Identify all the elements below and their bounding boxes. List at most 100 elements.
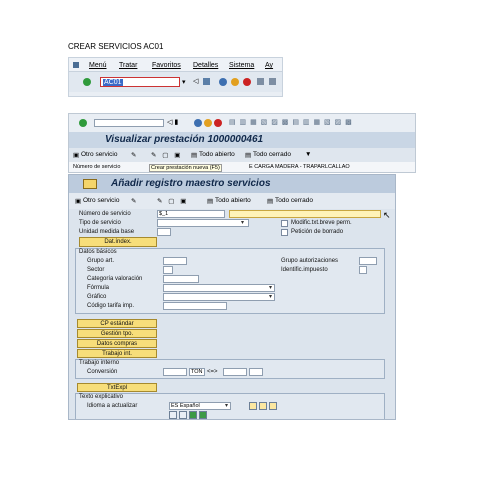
- trabajo-int-button[interactable]: Trabajo int.: [77, 349, 157, 358]
- cp-estandar-button[interactable]: CP estándar: [77, 319, 157, 328]
- command-field[interactable]: [94, 119, 164, 127]
- find-icon[interactable]: [269, 78, 276, 85]
- todo-abierto-button[interactable]: Todo abierto: [215, 197, 251, 204]
- numero-servicio-label: Número de servicio: [73, 164, 121, 170]
- back-icon[interactable]: ◁: [193, 77, 198, 85]
- nav-back-icon[interactable]: [219, 78, 227, 86]
- conversion-qty-field[interactable]: [163, 368, 187, 376]
- nav-prev-icon[interactable]: [179, 411, 187, 419]
- toolbar-icons[interactable]: ▤ ▥ ▦ ▧ ▨ ▩ ▤ ▥ ▦ ▧ ▨ ▩: [229, 118, 353, 126]
- edit-icons[interactable]: ✎ ▢ ▣: [157, 197, 188, 205]
- categoria-field[interactable]: [163, 275, 199, 283]
- conversion-label: Conversión: [87, 369, 118, 375]
- formula-select[interactable]: [163, 284, 275, 292]
- numero-servicio-field[interactable]: $_1: [157, 210, 225, 218]
- todo-abierto-button[interactable]: Todo abierto: [199, 151, 235, 158]
- chevron-down-icon[interactable]: ▾: [241, 219, 244, 226]
- menu-bar: Menú Tratar Favoritos Detalles Sistema A…: [69, 58, 282, 72]
- peticion-label: Petición de borrado: [291, 229, 344, 235]
- add-service-master-dialog: Añadir registro maestro servicios ▣ Otro…: [68, 174, 396, 420]
- nav-next-icon[interactable]: [189, 411, 197, 419]
- unidad-medida-field[interactable]: [157, 228, 171, 236]
- descripcion-value: E CARGA MADERA - TRAPARLCALLAO: [249, 164, 350, 170]
- nav-last-icon[interactable]: [199, 411, 207, 419]
- otro-servicio-button[interactable]: Otro servicio: [83, 197, 119, 204]
- menu-item-menu[interactable]: Menú: [89, 62, 107, 69]
- conversion-qty2-field[interactable]: [223, 368, 247, 376]
- back-icon[interactable]: ◁ ▮: [167, 118, 178, 126]
- menu-icon[interactable]: [73, 62, 79, 68]
- edit-text-icon[interactable]: [249, 402, 257, 410]
- ton-field[interactable]: TON: [189, 368, 205, 376]
- print-icon[interactable]: [257, 78, 264, 85]
- grupo-autorizaciones-field[interactable]: [359, 257, 377, 265]
- mouse-cursor-icon: ↖: [383, 210, 391, 220]
- codigo-tarifa-field[interactable]: [163, 302, 227, 310]
- identific-field[interactable]: [359, 266, 367, 274]
- enter-icon[interactable]: [79, 119, 87, 127]
- grafico-select[interactable]: [163, 293, 275, 301]
- todo-cerrado-button[interactable]: Todo cerrado: [275, 197, 313, 204]
- chevron-down-icon[interactable]: ▾: [269, 293, 272, 300]
- menu-item-favoritos[interactable]: Favoritos: [152, 62, 181, 69]
- todo-abierto-icon[interactable]: ▤: [191, 151, 197, 159]
- codigo-tarifa-label: Código tarifa imp.: [87, 303, 135, 309]
- save-icon[interactable]: [203, 78, 210, 85]
- tool-icon[interactable]: ✎: [131, 151, 136, 159]
- filter-icon[interactable]: ▼: [305, 151, 311, 158]
- todo-cerrado-icon[interactable]: ▤: [267, 197, 273, 205]
- tipo-servicio-label: Tipo de servicio: [79, 220, 121, 226]
- todo-abierto-icon[interactable]: ▤: [207, 197, 213, 205]
- otro-servicio-icon[interactable]: ▣: [73, 151, 79, 159]
- grupo-art-field[interactable]: [163, 257, 187, 265]
- texto-explicativo-header: Texto explicativo: [79, 394, 124, 400]
- enter-icon[interactable]: [83, 78, 91, 86]
- nav-first-icon[interactable]: [169, 411, 177, 419]
- chevron-down-icon[interactable]: ▾: [225, 402, 228, 409]
- menu-item-sistema[interactable]: Sistema: [229, 62, 254, 69]
- otro-servicio-icon[interactable]: ▣: [75, 197, 81, 205]
- tool-icon[interactable]: ✎: [131, 197, 136, 205]
- sector-field[interactable]: [163, 266, 173, 274]
- exit-icon[interactable]: [231, 78, 239, 86]
- menu-item-detalles[interactable]: Detalles: [193, 62, 218, 69]
- numero-servicio-label: Número de servicio: [79, 211, 131, 217]
- idioma-select[interactable]: ES Español: [169, 402, 231, 410]
- delete-text-icon[interactable]: [269, 402, 277, 410]
- dialog-toolbar: ▣ Otro servicio ✎ ✎ ▢ ▣ ▤ Todo abierto ▤…: [69, 193, 395, 209]
- peticion-checkbox[interactable]: [281, 229, 288, 236]
- command-field[interactable]: AC01: [100, 77, 180, 87]
- system-toolbar: ◁ ▮ ▤ ▥ ▦ ▧ ▨ ▩ ▤ ▥ ▦ ▧ ▨ ▩: [69, 114, 415, 132]
- application-toolbar: ▣ Otro servicio ✎ ✎ ▢ ▣ ▤ Todo abierto ▤…: [69, 148, 415, 162]
- modific-checkbox[interactable]: [281, 220, 288, 227]
- explanatory-text-area[interactable]: [87, 419, 377, 420]
- copy-text-icon[interactable]: [259, 402, 267, 410]
- conversion-unit-field[interactable]: [249, 368, 263, 376]
- screen-title: Visualizar prestación 1000000461: [69, 132, 415, 148]
- edit-icons[interactable]: ✎ ▢ ▣: [151, 151, 182, 159]
- tipo-servicio-select[interactable]: [157, 219, 249, 227]
- cancel-icon[interactable]: [243, 78, 251, 86]
- document-title: CREAR SERVICIOS AC01: [68, 42, 164, 51]
- txtexpl-button[interactable]: TxtExpl: [77, 383, 157, 392]
- identific-label: Identific.impuesto: [281, 267, 328, 273]
- system-toolbar: AC01 ▾ ◁: [69, 72, 282, 92]
- todo-cerrado-icon[interactable]: ▤: [245, 151, 251, 159]
- menu-item-ayuda[interactable]: Ay: [265, 62, 273, 69]
- sap-initial-screen: Menú Tratar Favoritos Detalles Sistema A…: [68, 57, 283, 97]
- conversion-arrow: <=>: [207, 369, 218, 375]
- gestion-tpo-button[interactable]: Gestión tpo.: [77, 329, 157, 338]
- cancel-icon[interactable]: [214, 119, 222, 127]
- todo-cerrado-button[interactable]: Todo cerrado: [253, 151, 291, 158]
- chevron-down-icon[interactable]: ▾: [269, 284, 272, 291]
- dropdown-arrow-icon[interactable]: ▾: [182, 78, 186, 86]
- service-icon: [83, 179, 97, 189]
- dat-index-button[interactable]: Dat.índex.: [79, 237, 157, 247]
- otro-servicio-button[interactable]: Otro servicio: [81, 151, 117, 158]
- nav-back-icon[interactable]: [194, 119, 202, 127]
- exit-icon[interactable]: [204, 119, 212, 127]
- datos-compras-button[interactable]: Datos compras: [77, 339, 157, 348]
- unidad-medida-label: Unidad medida base: [79, 229, 135, 235]
- menu-item-tratar[interactable]: Tratar: [119, 62, 137, 69]
- short-text-field[interactable]: [229, 210, 381, 218]
